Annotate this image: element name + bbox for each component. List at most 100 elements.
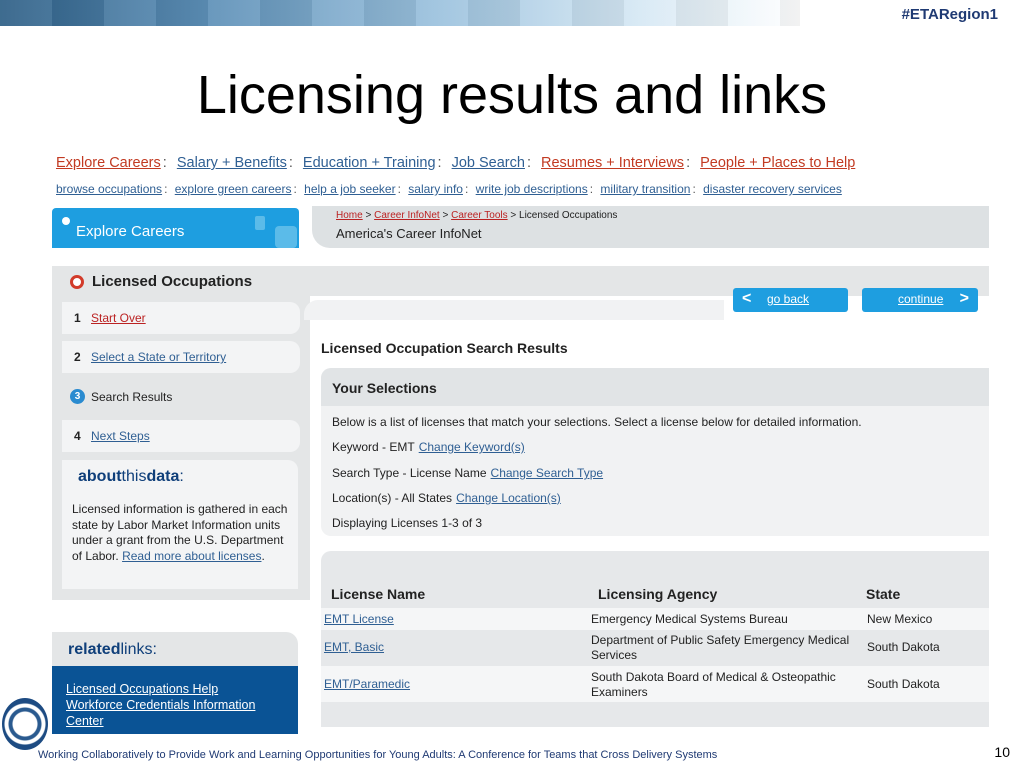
selections-intro: Below is a list of licenses that match y… bbox=[332, 415, 862, 429]
search-type-value: Search Type - License Name bbox=[332, 466, 487, 480]
hashtag: #ETARegion1 bbox=[901, 6, 998, 23]
tab-dot-icon bbox=[62, 217, 70, 225]
license-link[interactable]: EMT/Paramedic bbox=[324, 677, 410, 691]
nav-people-places[interactable]: People + Places to Help bbox=[700, 155, 855, 171]
breadcrumb-current: Licensed Occupations bbox=[519, 210, 618, 221]
step-number: 1 bbox=[74, 311, 81, 325]
location-value: Location(s) - All States bbox=[332, 491, 453, 505]
breadcrumb-separator: > bbox=[442, 210, 449, 221]
chevron-right-icon: > bbox=[959, 290, 969, 307]
step-number: 4 bbox=[74, 429, 81, 443]
license-state: New Mexico bbox=[867, 612, 933, 626]
licensing-agency: Department of Public Safety Emergency Me… bbox=[591, 633, 850, 662]
select-state-link[interactable]: Select a State or Territory bbox=[91, 350, 226, 364]
sub-nav: browse occupations: explore green career… bbox=[56, 182, 842, 196]
change-keyword-link[interactable]: Change Keyword(s) bbox=[419, 440, 525, 454]
nav-separator: : bbox=[397, 182, 401, 196]
subnav-military-transition[interactable]: military transition bbox=[600, 182, 690, 196]
licensing-agency: South Dakota Board of Medical & Osteopat… bbox=[591, 670, 836, 699]
tab-decoration-icon bbox=[255, 216, 265, 230]
table-row: EMT/Paramedic South Dakota Board of Medi… bbox=[321, 666, 989, 702]
related-link-center[interactable]: Center bbox=[66, 714, 104, 728]
step-number-badge: 3 bbox=[70, 389, 85, 404]
step-next-steps[interactable]: 4 Next Steps bbox=[62, 420, 300, 452]
keyword-line: Keyword - EMT Change Keyword(s) bbox=[332, 440, 525, 454]
continue-label: continue bbox=[898, 292, 944, 306]
related-title-bold: related bbox=[68, 641, 121, 658]
step-search-results: 3 Search Results bbox=[62, 381, 310, 413]
start-over-link[interactable]: Start Over bbox=[91, 311, 146, 325]
nav-separator: : bbox=[162, 155, 167, 171]
nav-resumes-interviews[interactable]: Resumes + Interviews bbox=[541, 155, 684, 171]
header-state: State bbox=[866, 586, 901, 602]
about-title-bold2: data bbox=[146, 468, 180, 485]
step-select-state[interactable]: 2 Select a State or Territory bbox=[62, 341, 300, 373]
related-title-rest: links: bbox=[120, 641, 157, 658]
licensed-occupations-icon bbox=[70, 275, 84, 289]
explore-tab-label: Explore Careers bbox=[76, 223, 185, 240]
subnav-salary-info[interactable]: salary info bbox=[408, 182, 463, 196]
read-more-link[interactable]: Read more about licenses bbox=[122, 549, 261, 563]
header-licensing-agency: Licensing Agency bbox=[598, 586, 718, 602]
related-link-credentials[interactable]: Workforce Credentials Information bbox=[66, 698, 255, 712]
continue-button[interactable]: continue > bbox=[862, 288, 978, 312]
displaying-count: Displaying Licenses 1-3 of 3 bbox=[332, 516, 483, 530]
nav-separator: : bbox=[437, 155, 442, 171]
breadcrumb-separator: > bbox=[510, 210, 517, 221]
department-seal-icon bbox=[2, 698, 48, 750]
subnav-browse-occupations[interactable]: browse occupations bbox=[56, 182, 162, 196]
explore-careers-tab[interactable]: Explore Careers bbox=[52, 208, 299, 248]
search-results-label: Search Results bbox=[91, 390, 173, 404]
slide-title: Licensing results and links bbox=[196, 65, 828, 125]
keyword-value: Keyword - EMT bbox=[332, 440, 415, 454]
step-start-over[interactable]: 1 Start Over bbox=[62, 302, 300, 334]
nav-separator: : bbox=[293, 182, 297, 196]
breadcrumb: Home > Career InfoNet > Career Tools > L… bbox=[336, 210, 617, 221]
license-state: South Dakota bbox=[867, 677, 940, 691]
nav-salary-benefits[interactable]: Salary + Benefits bbox=[177, 155, 287, 171]
main-nav: Explore Careers: Salary + Benefits: Educ… bbox=[56, 155, 855, 171]
about-data-title: aboutthisdata: bbox=[78, 468, 184, 486]
breadcrumb-career-tools[interactable]: Career Tools bbox=[451, 210, 508, 221]
tab-decoration-icon bbox=[275, 226, 297, 248]
results-tab-shape bbox=[304, 300, 724, 320]
nav-separator: : bbox=[164, 182, 168, 196]
selections-title: Your Selections bbox=[332, 380, 437, 396]
related-links-title: relatedlinks: bbox=[68, 641, 157, 659]
page-number: 10 bbox=[994, 744, 1010, 760]
nav-explore-careers[interactable]: Explore Careers bbox=[56, 155, 161, 171]
licensing-agency: Emergency Medical Systems Bureau bbox=[591, 612, 788, 626]
license-link[interactable]: EMT, Basic bbox=[324, 640, 384, 654]
slide-top-bar bbox=[0, 0, 800, 26]
top-bar-pattern bbox=[0, 0, 800, 26]
nav-separator: : bbox=[464, 182, 469, 196]
change-search-type-link[interactable]: Change Search Type bbox=[491, 466, 604, 480]
results-heading: Licensed Occupation Search Results bbox=[321, 340, 568, 356]
nav-separator: : bbox=[686, 155, 691, 171]
nav-separator: : bbox=[589, 182, 594, 196]
go-back-label: go back bbox=[767, 292, 810, 306]
about-title-rest: this bbox=[121, 468, 147, 485]
nav-job-search[interactable]: Job Search bbox=[452, 155, 525, 171]
breadcrumb-career-infonet[interactable]: Career InfoNet bbox=[374, 210, 440, 221]
next-steps-link[interactable]: Next Steps bbox=[91, 429, 150, 443]
related-links-box: Licensed Occupations Help Workforce Cred… bbox=[52, 666, 298, 734]
license-link[interactable]: EMT License bbox=[324, 612, 394, 626]
nav-separator: : bbox=[288, 155, 293, 171]
about-title-bold: about bbox=[78, 468, 122, 485]
change-location-link[interactable]: Change Location(s) bbox=[456, 491, 561, 505]
breadcrumb-home[interactable]: Home bbox=[336, 210, 363, 221]
subnav-help-job-seeker[interactable]: help a job seeker bbox=[304, 182, 395, 196]
subnav-green-careers[interactable]: explore green careers bbox=[175, 182, 292, 196]
related-link-help[interactable]: Licensed Occupations Help bbox=[66, 682, 218, 696]
about-data-text: Licensed information is gathered in each… bbox=[72, 502, 294, 564]
header-license-name: License Name bbox=[331, 586, 426, 602]
page-subtitle: America's Career InfoNet bbox=[336, 226, 482, 241]
subnav-write-job-descriptions[interactable]: write job descriptions bbox=[476, 182, 588, 196]
table-row: EMT, Basic Department of Public Safety E… bbox=[321, 630, 989, 666]
subnav-disaster-recovery[interactable]: disaster recovery services bbox=[703, 182, 842, 196]
go-back-button[interactable]: < go back bbox=[733, 288, 848, 312]
nav-education-training[interactable]: Education + Training bbox=[303, 155, 436, 171]
table-row: EMT License Emergency Medical Systems Bu… bbox=[321, 608, 989, 630]
about-text-end: . bbox=[261, 548, 265, 563]
